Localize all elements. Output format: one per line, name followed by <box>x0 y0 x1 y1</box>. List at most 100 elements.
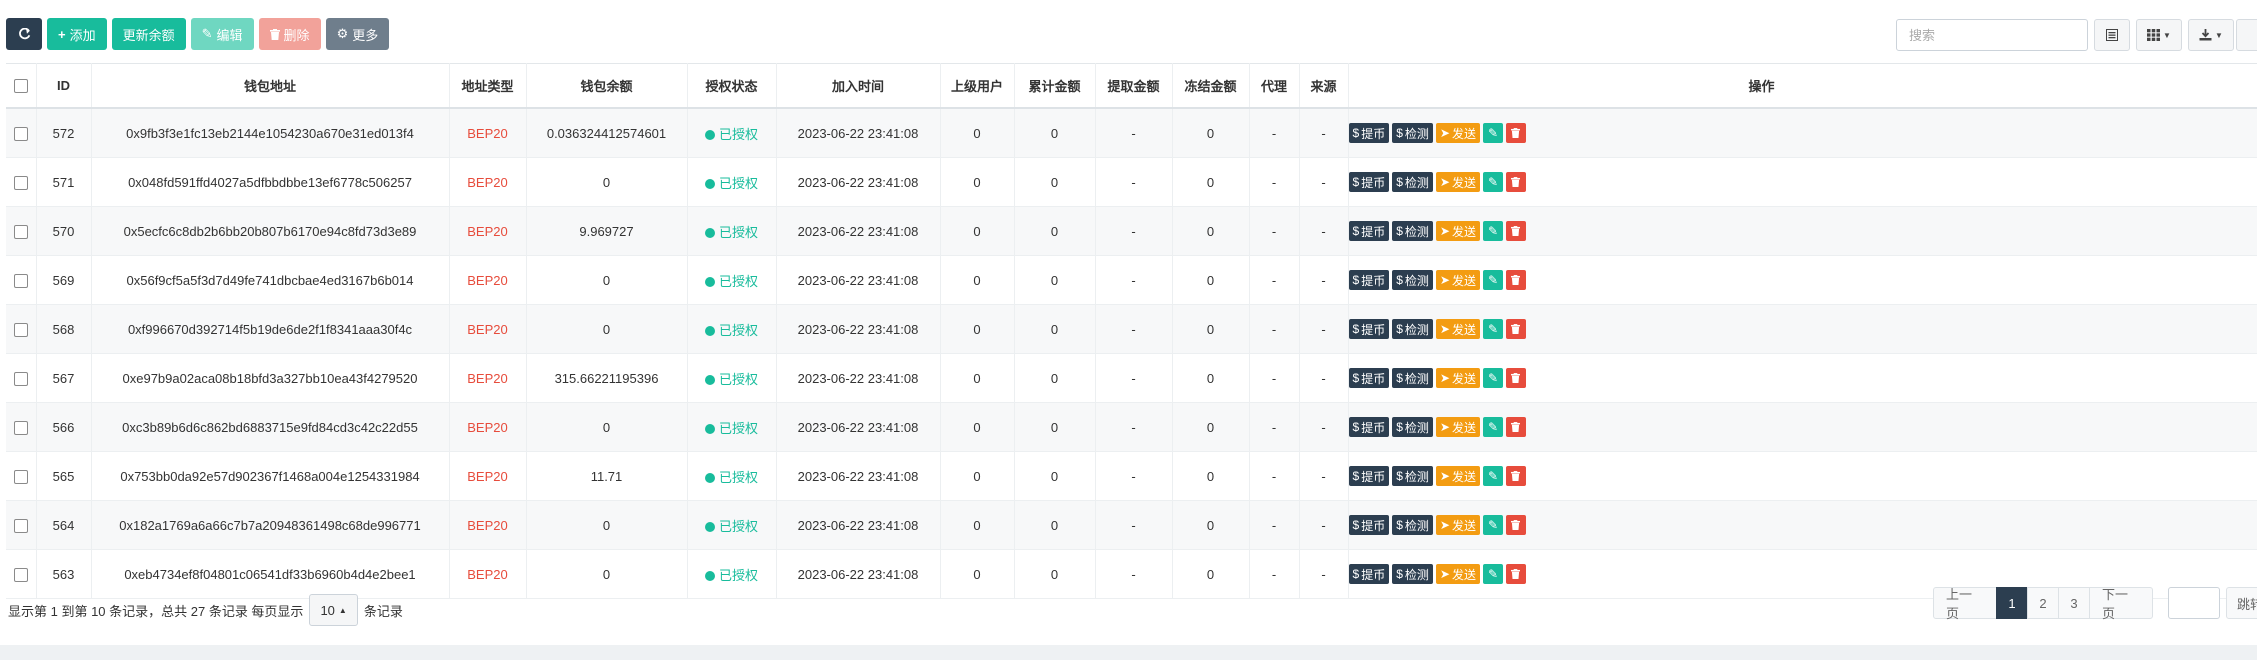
row-delete-button[interactable] <box>1505 515 1526 535</box>
header-parent-user[interactable]: 上级用户 <box>940 63 1015 109</box>
withdraw-button[interactable]: $ 提币 <box>1348 515 1390 535</box>
send-button[interactable]: ➤ 发送 <box>1435 417 1480 437</box>
jump-button[interactable]: 跳转 <box>2226 587 2257 619</box>
row-checkbox[interactable] <box>13 469 28 484</box>
check-button[interactable]: $ 检测 <box>1392 368 1433 388</box>
row-delete-button[interactable] <box>1505 417 1526 437</box>
check-button[interactable]: $ 检测 <box>1392 319 1433 339</box>
row-delete-button[interactable] <box>1505 270 1526 290</box>
header-balance[interactable]: 钱包余额 <box>526 63 688 109</box>
more-button[interactable]: ⚙ 更多 <box>325 18 390 50</box>
table-row[interactable]: 569 0x56f9cf5a5f3d7d49fe741dbcbae4ed3167… <box>6 255 2257 305</box>
send-button[interactable]: ➤ 发送 <box>1435 123 1480 143</box>
delete-button[interactable]: 删除 <box>258 18 321 50</box>
withdraw-button[interactable]: $ 提币 <box>1348 319 1390 339</box>
check-button[interactable]: $ 检测 <box>1392 270 1433 290</box>
header-withdrawn-amount[interactable]: 提取金额 <box>1095 63 1173 109</box>
withdraw-button[interactable]: $ 提币 <box>1348 123 1390 143</box>
row-edit-button[interactable]: ✎ <box>1482 319 1503 339</box>
toggle-view-button[interactable] <box>2094 19 2130 51</box>
header-address[interactable]: 钱包地址 <box>91 63 450 109</box>
row-edit-button[interactable]: ✎ <box>1482 368 1503 388</box>
header-frozen-amount[interactable]: 冻结金额 <box>1172 63 1250 109</box>
header-id[interactable]: ID <box>36 63 92 109</box>
check-button[interactable]: $ 检测 <box>1392 515 1433 535</box>
page-1-button[interactable]: 1 <box>1996 587 2028 619</box>
header-join-time[interactable]: 加入时间 <box>776 63 941 109</box>
check-button[interactable]: $ 检测 <box>1392 564 1433 584</box>
columns-button[interactable]: ▼ <box>2136 19 2182 51</box>
header-total-amount[interactable]: 累计金额 <box>1014 63 1096 109</box>
table-row[interactable]: 572 0x9fb3f3e1fc13eb2144e1054230a670e31e… <box>6 108 2257 158</box>
row-delete-button[interactable] <box>1505 221 1526 241</box>
row-edit-button[interactable]: ✎ <box>1482 270 1503 290</box>
page-2-button[interactable]: 2 <box>2027 587 2059 619</box>
row-edit-button[interactable]: ✎ <box>1482 564 1503 584</box>
send-button[interactable]: ➤ 发送 <box>1435 172 1480 192</box>
row-edit-button[interactable]: ✎ <box>1482 221 1503 241</box>
table-row[interactable]: 570 0x5ecfc6c8db2b6bb20b807b6170e94c8fd7… <box>6 206 2257 256</box>
row-checkbox[interactable] <box>13 371 28 386</box>
row-checkbox[interactable] <box>13 322 28 337</box>
send-button[interactable]: ➤ 发送 <box>1435 564 1480 584</box>
row-delete-button[interactable] <box>1505 123 1526 143</box>
check-button[interactable]: $ 检测 <box>1392 172 1433 192</box>
row-delete-button[interactable] <box>1505 466 1526 486</box>
withdraw-button[interactable]: $ 提币 <box>1348 466 1390 486</box>
refresh-button[interactable] <box>6 18 42 50</box>
add-button[interactable]: + 添加 <box>47 18 107 50</box>
header-source[interactable]: 来源 <box>1299 63 1349 109</box>
row-edit-button[interactable]: ✎ <box>1482 515 1503 535</box>
update-balance-button[interactable]: 更新余额 <box>111 18 186 50</box>
header-agent[interactable]: 代理 <box>1249 63 1300 109</box>
row-checkbox[interactable] <box>13 224 28 239</box>
table-row[interactable]: 565 0x753bb0da92e57d902367f1468a004e1254… <box>6 451 2257 501</box>
send-button[interactable]: ➤ 发送 <box>1435 368 1480 388</box>
check-button[interactable]: $ 检测 <box>1392 123 1433 143</box>
table-row[interactable]: 568 0xf996670d392714f5b19de6de2f1f8341aa… <box>6 304 2257 354</box>
table-row[interactable]: 567 0xe97b9a02aca08b18bfd3a327bb10ea43f4… <box>6 353 2257 403</box>
row-checkbox[interactable] <box>13 273 28 288</box>
search-toggle-button[interactable] <box>2236 19 2257 51</box>
check-button[interactable]: $ 检测 <box>1392 221 1433 241</box>
page-size-select[interactable]: 10 ▲ <box>309 594 358 626</box>
edit-button[interactable]: ✎ 编辑 <box>190 18 254 50</box>
row-edit-button[interactable]: ✎ <box>1482 466 1503 486</box>
table-row[interactable]: 563 0xeb4734ef8f04801c06541df33b6960b4d4… <box>6 549 2257 599</box>
send-button[interactable]: ➤ 发送 <box>1435 270 1480 290</box>
row-checkbox[interactable] <box>13 175 28 190</box>
row-checkbox[interactable] <box>13 567 28 582</box>
row-delete-button[interactable] <box>1505 368 1526 388</box>
row-edit-button[interactable]: ✎ <box>1482 417 1503 437</box>
send-button[interactable]: ➤ 发送 <box>1435 515 1480 535</box>
row-delete-button[interactable] <box>1505 564 1526 584</box>
next-page-button[interactable]: 下一页 <box>2089 587 2153 621</box>
withdraw-button[interactable]: $ 提币 <box>1348 172 1390 192</box>
row-delete-button[interactable] <box>1505 172 1526 192</box>
check-button[interactable]: $ 检测 <box>1392 466 1433 486</box>
withdraw-button[interactable]: $ 提币 <box>1348 221 1390 241</box>
withdraw-button[interactable]: $ 提币 <box>1348 417 1390 437</box>
send-button[interactable]: ➤ 发送 <box>1435 319 1480 339</box>
send-button[interactable]: ➤ 发送 <box>1435 466 1480 486</box>
withdraw-button[interactable]: $ 提币 <box>1348 564 1390 584</box>
table-row[interactable]: 564 0x182a1769a6a66c7b7a20948361498c68de… <box>6 500 2257 550</box>
withdraw-button[interactable]: $ 提币 <box>1348 368 1390 388</box>
row-delete-button[interactable] <box>1505 319 1526 339</box>
withdraw-button[interactable]: $ 提币 <box>1348 270 1390 290</box>
row-edit-button[interactable]: ✎ <box>1482 123 1503 143</box>
row-edit-button[interactable]: ✎ <box>1482 172 1503 192</box>
prev-page-button[interactable]: 上一页 <box>1933 587 1997 621</box>
send-button[interactable]: ➤ 发送 <box>1435 221 1480 241</box>
jump-page-input[interactable] <box>2168 587 2220 619</box>
select-all-checkbox[interactable] <box>13 79 28 94</box>
header-type[interactable]: 地址类型 <box>449 63 527 109</box>
export-button[interactable]: ▼ <box>2188 19 2234 51</box>
check-button[interactable]: $ 检测 <box>1392 417 1433 437</box>
row-checkbox[interactable] <box>13 518 28 533</box>
search-input[interactable] <box>1896 19 2088 51</box>
row-checkbox[interactable] <box>13 420 28 435</box>
row-checkbox[interactable] <box>13 126 28 141</box>
page-3-button[interactable]: 3 <box>2058 587 2090 619</box>
table-row[interactable]: 571 0x048fd591ffd4027a5dfbbdbbe13ef6778c… <box>6 157 2257 207</box>
